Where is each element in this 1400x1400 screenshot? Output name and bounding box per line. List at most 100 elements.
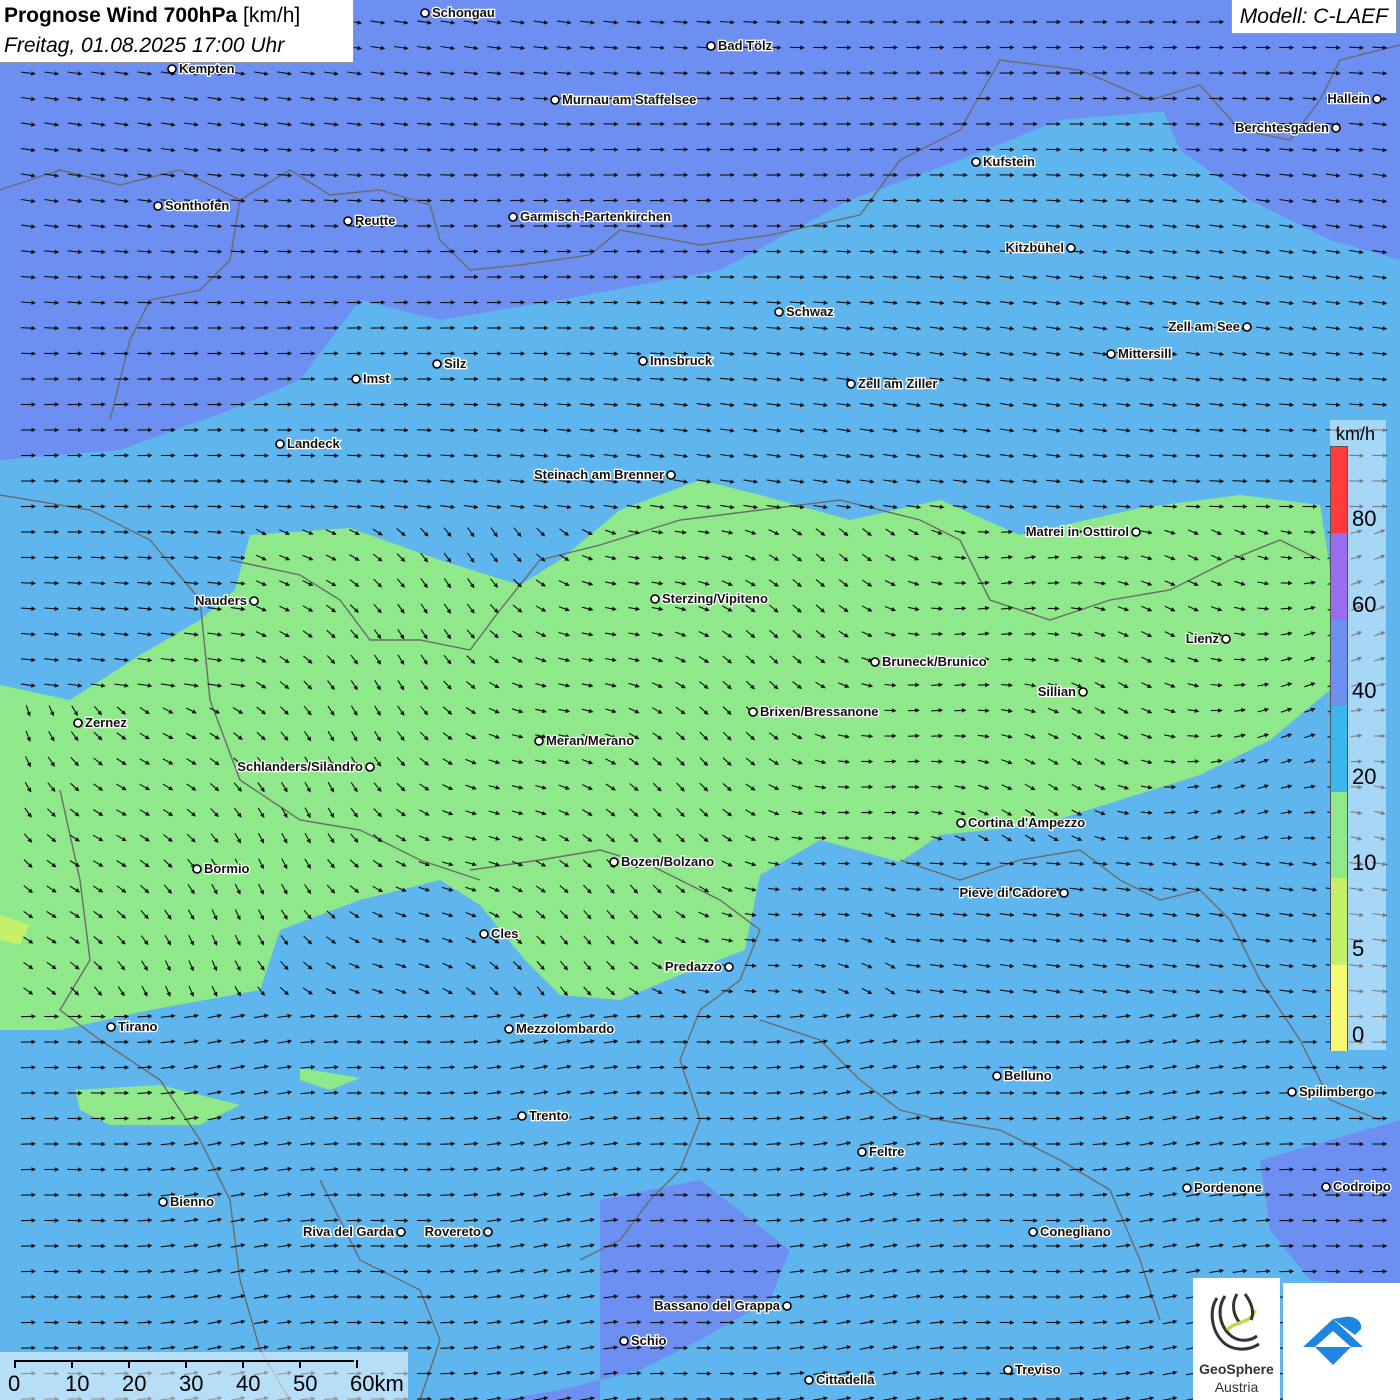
city-label: Sterzing/Vipiteno [662,591,768,606]
city-label: Sonthofen [165,198,229,213]
city-marker: Meran/Merano [534,732,635,749]
city-label: Bassano del Grappa [654,1298,780,1313]
city-label: Spilimbergo [1299,1084,1374,1099]
city-dot [857,1147,867,1157]
wind-arrow [1094,555,1107,560]
city-dot [804,1375,814,1385]
wind-arrow [768,937,781,943]
city-dot [666,470,676,480]
legend-label: 40 [1352,678,1377,703]
city-label: Schio [631,1333,666,1348]
wind-arrow [814,912,827,917]
wind-arrow [861,861,874,866]
city-dot [782,1301,792,1311]
city-label: Imst [363,371,390,386]
wind-arrow [1187,733,1200,739]
legend-segment [1331,964,1347,1051]
city-label: Schwaz [786,304,834,319]
wind-arrow [1232,478,1248,484]
scale-label: 60km [350,1371,404,1396]
city-dot [1287,1087,1297,1097]
wind-arrow [650,325,666,331]
city-marker: Cortina d'Ampezzo [956,814,1087,831]
city-label: Rovereto [425,1224,481,1239]
city-label: Mezzolombardo [516,1021,614,1036]
wind-arrow [789,19,805,25]
wind-arrow [1069,1396,1085,1400]
city-dot [420,8,430,18]
wind-arrow [1069,1218,1085,1223]
city-marker: Bozen/Bolzano [609,853,716,870]
city-dot [1331,123,1341,133]
city-label: Brixen/Bressanone [760,704,879,719]
scale-label: 50 [293,1371,318,1396]
wind-arrow [1069,1345,1085,1351]
wind-arrow [1232,96,1248,101]
city-dot [774,307,784,317]
map-datetime: Freitag, 01.08.2025 17:00 Uhr [4,34,285,57]
wind-arrow [440,1065,456,1070]
scale-tick [356,1360,358,1368]
wind-arrow [207,504,223,509]
city-marker: Conegliano [1028,1223,1112,1240]
wind-arrow [1279,453,1295,458]
legend-segment [1331,447,1347,534]
city-label: Cortina d'Ampezzo [968,815,1085,830]
wind-arrow [791,937,804,943]
wind-arrow [1047,580,1060,586]
wind-arrow [440,1371,456,1376]
wind-arrow [440,1167,456,1172]
wind-arrow [1069,1141,1085,1147]
scale-tick [185,1360,187,1368]
city-label: Cittadella [816,1372,875,1387]
wind-arrow [719,300,735,305]
wind-arrow [417,427,433,433]
wind-arrow [813,19,829,25]
legend-label: 20 [1352,764,1377,789]
wind-arrow [837,886,850,892]
wind-arrow [1070,555,1083,560]
city-dot [106,1022,116,1032]
city-marker: Zell am Ziller [846,375,939,392]
city-label: Bienno [170,1194,214,1209]
city-marker: Sterzing/Vipiteno [650,590,769,607]
city-label: Zell am Ziller [858,376,937,391]
app-logo [1283,1283,1400,1400]
city-label: Codroipo [1333,1179,1391,1194]
city-label: Nauders [195,593,247,608]
wind-arrow [1372,45,1388,50]
wind-arrow [277,223,293,229]
city-dot [504,1024,514,1034]
wind-arrow [160,274,176,280]
city-dot [638,356,648,366]
city-label: Kufstein [983,154,1035,169]
wind-arrow [1069,1294,1085,1300]
city-label: Kitzbühel [1006,240,1065,255]
wind-arrow [837,784,850,790]
wind-arrow [114,300,130,305]
city-dot [870,657,880,667]
wind-arrow [184,274,200,280]
wind-arrow [440,1345,456,1351]
wind-arrow [440,1294,456,1300]
geosphere-country: Austria [1214,1379,1259,1395]
app-logo-icon [1303,1316,1363,1365]
wind-arrow [486,147,502,152]
wind-arrow [743,300,759,305]
wind-arrow [1069,1167,1085,1172]
city-dot [992,1071,1002,1081]
city-dot [1078,687,1088,697]
wind-arrow [440,1090,456,1096]
scale-tick [242,1360,244,1368]
city-label: Pieve di Cadore [959,885,1057,900]
wind-arrow [230,249,246,254]
city-marker: Bruneck/Brunico [870,653,988,670]
wind-arrow [1069,1039,1085,1045]
wind-arrow [1185,121,1201,127]
scale-bar: 0 10 20 30 40 50 60km [0,1352,408,1400]
city-label: Silz [444,356,467,371]
scale-label: 40 [236,1371,261,1396]
city-dot [517,1111,527,1121]
city-dot [619,1336,629,1346]
wind-arrow [486,402,502,407]
